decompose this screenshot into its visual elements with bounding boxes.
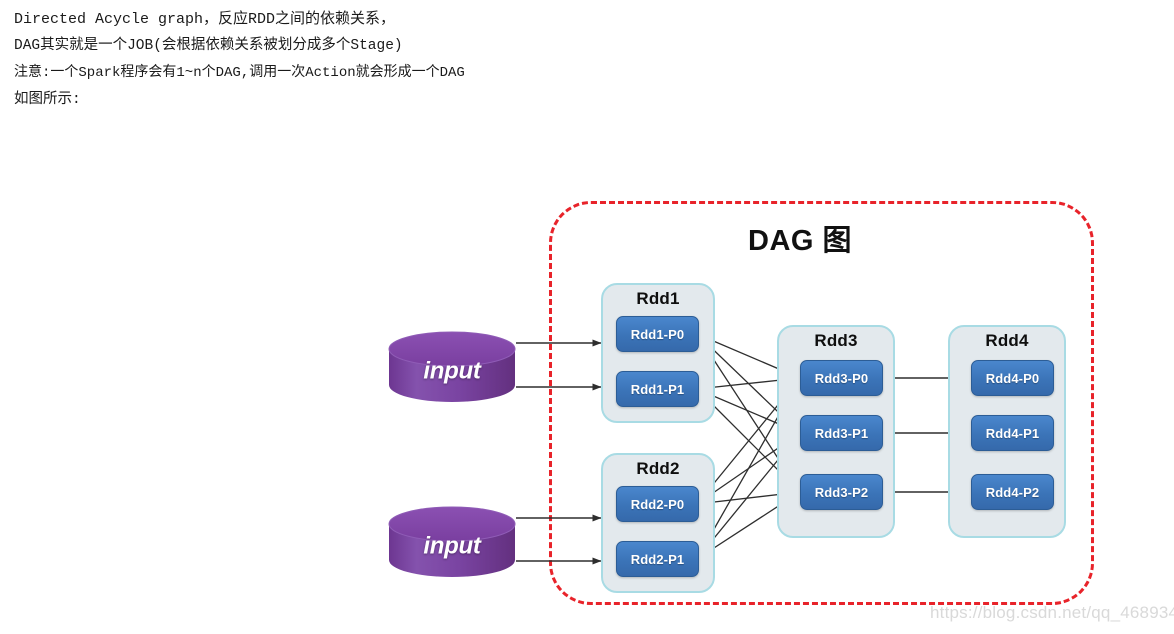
note-line-3: 注意:一个Spark程序会有1~n个DAG,调用一次Action就会形成一个DA… bbox=[14, 65, 465, 81]
rdd-group-rdd2-title: Rdd2 bbox=[636, 459, 680, 478]
notes-text-block: Directed Acycle graph，反应RDD之间的依赖关系， DAG其… bbox=[14, 6, 1014, 114]
partition-rdd3-p0[interactable]: Rdd3-P0 bbox=[800, 360, 883, 396]
rdd-group-rdd4-title: Rdd4 bbox=[985, 331, 1029, 350]
input2-to-rdd2-arrows bbox=[516, 514, 602, 565]
note-line-4: 如图所示: bbox=[14, 92, 81, 108]
partition-rdd1-p0[interactable]: Rdd1-P0 bbox=[616, 316, 699, 352]
partition-rdd4-p2-label: Rdd4-P2 bbox=[985, 484, 1040, 500]
partition-rdd3-p1-label: Rdd3-P1 bbox=[814, 425, 869, 441]
partition-rdd4-p2[interactable]: Rdd4-P2 bbox=[971, 474, 1054, 510]
partition-rdd3-p1[interactable]: Rdd3-P1 bbox=[800, 415, 883, 451]
partition-rdd1-p0-label: Rdd1-P0 bbox=[630, 326, 685, 342]
partition-rdd4-p1-label: Rdd4-P1 bbox=[985, 425, 1040, 441]
input-node-1-label: input bbox=[423, 357, 481, 385]
rdd-group-rdd3-title: Rdd3 bbox=[814, 331, 858, 350]
partition-rdd3-p0-label: Rdd3-P0 bbox=[814, 370, 869, 386]
partition-rdd2-p0-label: Rdd2-P0 bbox=[630, 496, 685, 512]
partition-rdd4-p0-label: Rdd4-P0 bbox=[985, 370, 1040, 386]
input-node-2-label: input bbox=[423, 532, 481, 560]
partition-rdd2-p0[interactable]: Rdd2-P0 bbox=[616, 486, 699, 522]
partition-rdd3-p2-label: Rdd3-P2 bbox=[814, 484, 869, 500]
partition-rdd3-p2[interactable]: Rdd3-P2 bbox=[800, 474, 883, 510]
input1-to-rdd1-arrows bbox=[516, 339, 602, 391]
note-line-1: Directed Acycle graph，反应RDD之间的依赖关系， bbox=[14, 11, 396, 28]
rdd-group-rdd1-title: Rdd1 bbox=[636, 289, 680, 308]
partition-rdd4-p1[interactable]: Rdd4-P1 bbox=[971, 415, 1054, 451]
partition-rdd2-p1[interactable]: Rdd2-P1 bbox=[616, 541, 699, 577]
partition-rdd1-p1[interactable]: Rdd1-P1 bbox=[616, 371, 699, 407]
partition-rdd1-p1-label: Rdd1-P1 bbox=[630, 381, 685, 397]
input-node-1: input bbox=[389, 332, 515, 412]
partition-rdd2-p1-label: Rdd2-P1 bbox=[630, 551, 685, 567]
partition-rdd4-p0[interactable]: Rdd4-P0 bbox=[971, 360, 1054, 396]
csdn-watermark: https://blog.csdn.net/qq_46893497 bbox=[930, 603, 1174, 622]
input-node-2: input bbox=[389, 507, 515, 587]
dag-diagram: DAG 图 input input Rdd1 Rdd1-P0 Rdd1-P1 R… bbox=[0, 165, 1174, 634]
note-line-2: DAG其实就是一个JOB(会根据依赖关系被划分成多个Stage) bbox=[14, 38, 403, 54]
